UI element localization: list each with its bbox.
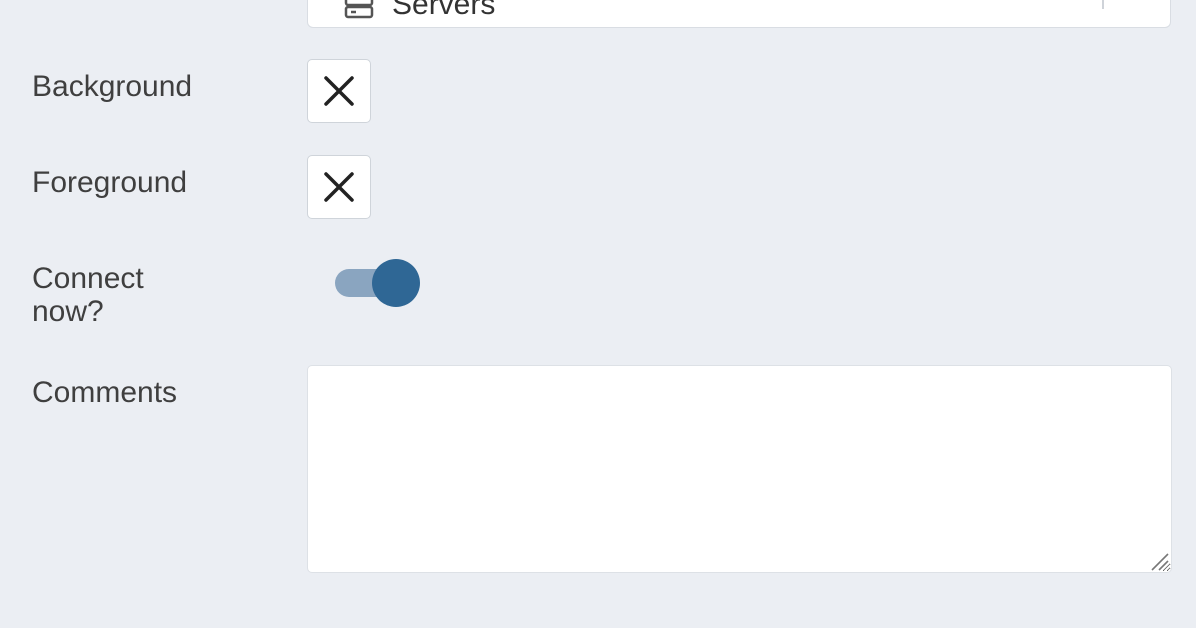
connect-now-label-line2: now?	[32, 295, 104, 328]
toggle-knob	[372, 259, 420, 307]
server-group-value: Servers	[392, 0, 496, 21]
server-icon	[344, 0, 374, 19]
connect-now-toggle[interactable]	[333, 258, 423, 308]
close-icon	[324, 76, 354, 106]
connect-now-label-line1: Connect	[32, 262, 144, 295]
comments-label: Comments	[32, 376, 178, 409]
select-divider	[1102, 0, 1104, 9]
server-group-select[interactable]: Servers	[307, 0, 1171, 28]
connect-now-label: Connect now?	[32, 262, 144, 328]
close-icon	[324, 172, 354, 202]
comments-textarea[interactable]	[307, 365, 1172, 573]
chevron-down-icon[interactable]	[1124, 0, 1144, 5]
background-label: Background	[32, 70, 193, 103]
foreground-label: Foreground	[32, 166, 188, 199]
resize-handle-icon[interactable]	[1148, 550, 1170, 572]
background-color-picker[interactable]	[307, 59, 371, 123]
foreground-color-picker[interactable]	[307, 155, 371, 219]
